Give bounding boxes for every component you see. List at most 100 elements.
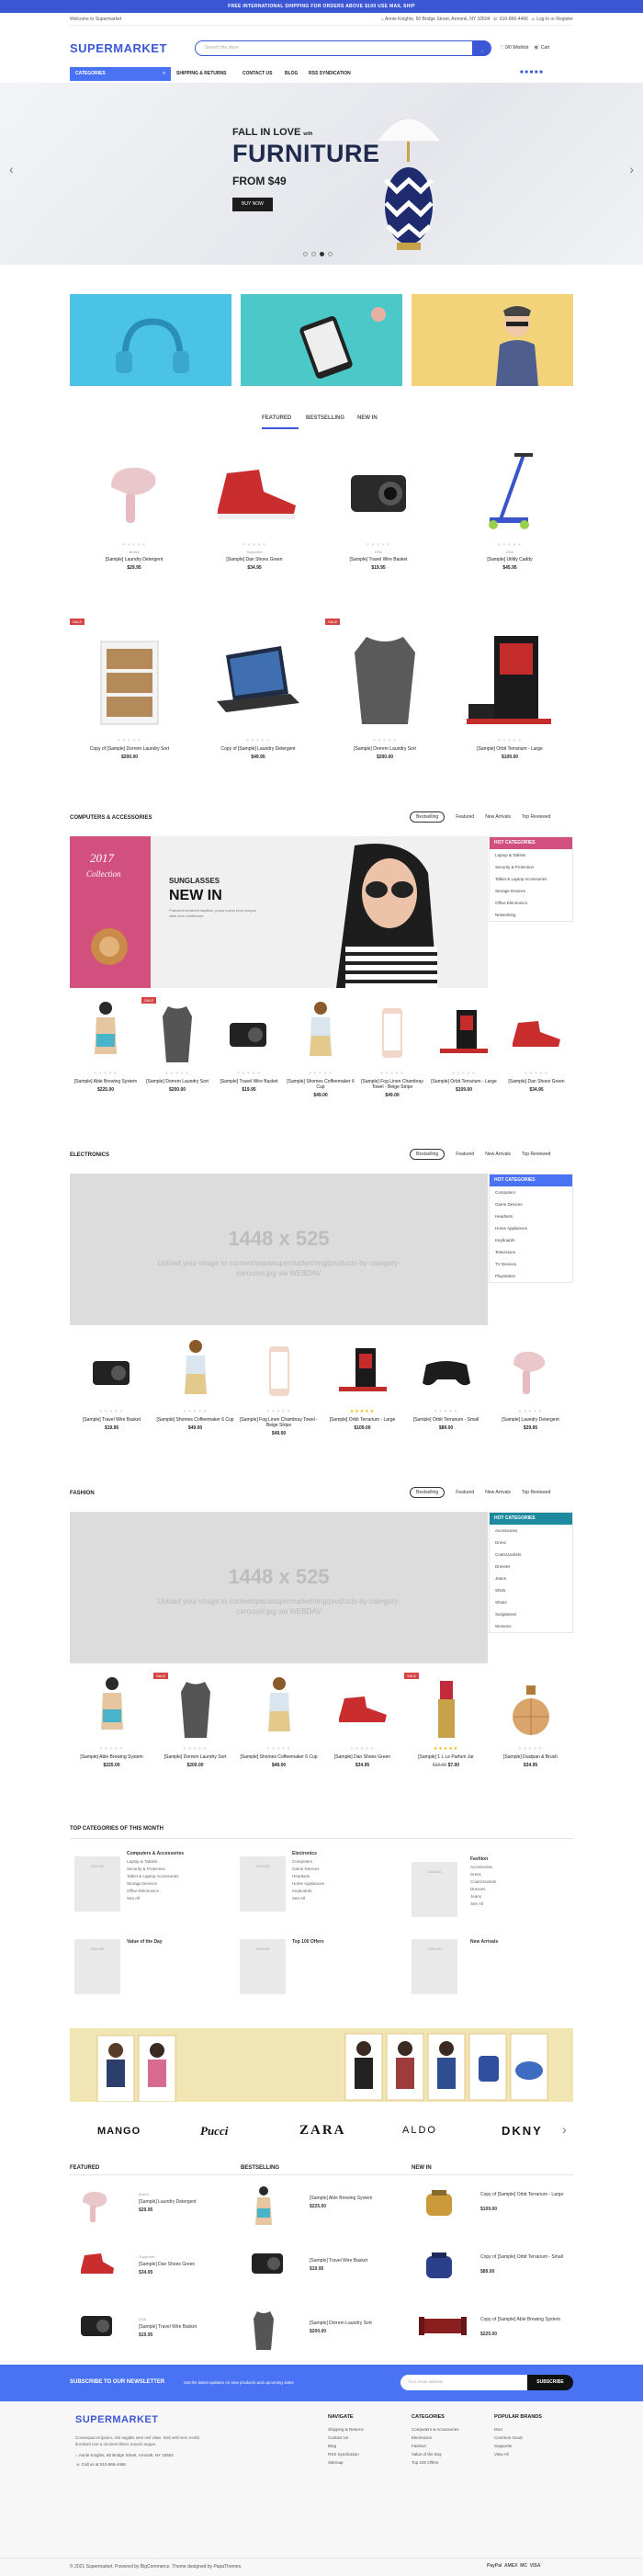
product-name[interactable]: [Sample] Travel Wire Basket [213, 1079, 285, 1084]
slider-dot-active[interactable] [320, 252, 324, 256]
product-name[interactable]: [Sample] Orbit Terrarium - Large [321, 1417, 404, 1423]
see-all-link[interactable]: See All [127, 1895, 184, 1902]
see-all-link[interactable]: See All [292, 1895, 324, 1902]
footer-link[interactable]: Top 100 Offers [412, 2458, 459, 2467]
footer-link[interactable]: Common Good [494, 2434, 542, 2442]
product-card[interactable]: ★★★★★ [Sample] Fog Linen Chambray Towel -… [237, 1335, 321, 1436]
product-card[interactable]: ★★★★★ DSA [Sample] Travel Wire Basket $1… [328, 441, 429, 571]
product-name[interactable]: [Sample] Laundry Detergent [139, 2199, 197, 2205]
product-name[interactable]: [Sample] Fog Linen Chambray Towel - Beig… [356, 1079, 428, 1090]
hot-category-link[interactable]: Dresses [490, 1560, 572, 1572]
product-name[interactable]: [Sample] Orbit Terrarium - Large [428, 1079, 500, 1084]
category-heading[interactable]: Fashion [470, 1856, 496, 1862]
footer-link[interactable]: Fashion [412, 2442, 459, 2450]
product-name[interactable]: [Sample] Dorrem Laundry Sort [153, 1754, 237, 1760]
product-name[interactable]: Copy of [Sample] Able Brewing System [480, 2317, 572, 2322]
product-card[interactable]: ★★★★★ DSA [Sample] Utility Caddy $45.95 [459, 441, 560, 571]
footer-link[interactable]: Computers & Accessories [412, 2425, 459, 2434]
search-button[interactable]: ⌕ [472, 40, 491, 56]
hot-category-link[interactable]: Computers [490, 1186, 572, 1198]
chevron-left-icon[interactable]: ‹ [9, 162, 14, 176]
tab-new-in[interactable]: NEW IN [357, 415, 378, 421]
product-card[interactable]: SALE ★★★★★ [Sample] 1 L Le Parfum Jar $10.0… [404, 1673, 488, 1768]
tab-bestselling[interactable]: Bestselling [410, 1149, 446, 1160]
category-link[interactable]: Accessories [470, 1864, 496, 1871]
product-card[interactable]: ★★★★★ [Sample] Travel Wire Basket $19.95 [213, 997, 285, 1093]
social-icons[interactable]: ■ ■ ■ ■ ■ [520, 70, 543, 75]
wishlist-link[interactable]: 0/0 Wishlist [505, 45, 529, 51]
category-link[interactable]: Laptop & Tablets [127, 1858, 184, 1866]
product-name[interactable]: [Sample] Shomes Coffeemaker 6 Cup [153, 1417, 237, 1423]
tab-featured[interactable]: Featured [456, 1152, 474, 1157]
tab-top-reviewed[interactable]: Top Reviewed [522, 1152, 550, 1157]
tab-new-arrivals[interactable]: New Arrivals [485, 1152, 511, 1157]
login-link[interactable]: Log In or Register [536, 17, 573, 22]
product-card[interactable]: ★★★★★ [Sample] Fog Linen Chambray Towel -… [356, 997, 428, 1098]
category-banner[interactable]: 2017 Collection SUNGLASSES NEW IN Praese… [70, 836, 488, 988]
category-link[interactable]: Dresses [470, 1886, 496, 1893]
tab-top-reviewed[interactable]: Top Reviewed [522, 1490, 550, 1495]
tab-top-reviewed[interactable]: Top Reviewed [522, 814, 550, 820]
product-name[interactable]: [Sample] Shomes Coffeemaker 6 Cup [237, 1754, 321, 1760]
chevron-right-icon[interactable]: › [562, 2122, 567, 2137]
category-link[interactable]: Headsets [292, 1873, 324, 1880]
newsletter-email-input[interactable]: Your email address [400, 2375, 529, 2390]
brand-logo[interactable]: ZARA [299, 2123, 346, 2139]
category-link[interactable]: Jeans [470, 1893, 496, 1901]
category-heading[interactable]: Value of the Day [127, 1939, 163, 1945]
tab-bestselling[interactable]: Bestselling [410, 811, 446, 823]
brand-logo[interactable]: Pucci [200, 2124, 228, 2139]
category-image-placeholder[interactable]: 1448 x 525 Upload your image to content/… [70, 1174, 488, 1325]
category-link[interactable]: Office Electronics [127, 1888, 184, 1895]
hot-category-link[interactable]: Coats/Jackets [490, 1549, 572, 1560]
tab-new-arrivals[interactable]: New Arrivals [485, 1490, 511, 1495]
hot-category-link[interactable]: Shoes [490, 1596, 572, 1608]
product-card[interactable]: SALE ★★★★★ [Sample] Dorrem Laundry Sort … [325, 618, 445, 760]
product-card[interactable]: ★★★★★ Supporter [Sample] Dan Shoes Green… [204, 441, 305, 571]
tab-bestselling[interactable]: BESTSELLING [306, 415, 344, 421]
product-name[interactable]: [Sample] Dan Shoes Green [139, 2262, 195, 2267]
hot-category-link[interactable]: Headsets [490, 1210, 572, 1222]
footer-logo[interactable]: SUPERMARKET [75, 2414, 158, 2425]
product-name[interactable]: [Sample] Able Brewing System [70, 1079, 141, 1084]
search-bar[interactable]: Search the store ⌕ [195, 40, 491, 56]
nav-contact[interactable]: CONTACT US [243, 71, 272, 76]
footer-link[interactable]: View All [494, 2450, 542, 2458]
product-card[interactable]: ★★★★★ [Sample] Shomes Coffeemaker 6 Cup $4… [285, 997, 356, 1098]
product-name[interactable]: [Sample] Able Brewing System [70, 1754, 153, 1760]
product-card[interactable]: SALE ★★★★★ [Sample] Dorrem Laundry Sort $20… [153, 1673, 237, 1768]
product-name[interactable]: [Sample] Able Brewing System [310, 2196, 372, 2201]
hot-category-link[interactable]: TV Devices [490, 1258, 572, 1270]
product-card[interactable]: ★★★★★ [Sample] Dan Shoes Green $34.95 [500, 997, 573, 1093]
hot-category-link[interactable]: Jeans [490, 1572, 572, 1584]
nav-shipping[interactable]: SHIPPING & RETURNS [176, 71, 226, 76]
subscribe-button[interactable]: SUBSCRIBE [527, 2375, 573, 2390]
product-name[interactable]: [Sample] Utility Caddy [459, 557, 560, 562]
brand-logo[interactable]: DKNY [502, 2124, 543, 2138]
product-name[interactable]: [Sample] Travel Wire Basket [328, 557, 429, 562]
category-heading[interactable]: Computers & Accessories [127, 1851, 184, 1856]
slider-dot[interactable] [311, 252, 316, 256]
tab-bestselling[interactable]: Bestselling [410, 1487, 446, 1498]
promo-banner-headphones[interactable] [70, 294, 231, 386]
product-name[interactable]: Copy of [Sample] Laundry Detergent [198, 746, 318, 752]
hot-category-link[interactable]: Dress [490, 1537, 572, 1549]
product-card[interactable]: ★★★★★ Copy of [Sample] Laundry Detergent… [198, 618, 318, 760]
slider-dots[interactable] [303, 252, 340, 259]
footer-link[interactable]: Supporter [494, 2442, 542, 2450]
promo-banner-phone[interactable] [241, 294, 402, 386]
product-card[interactable]: ★★★★★ [Sample] Orbit Terrarium - Large $10… [321, 1335, 404, 1431]
product-card[interactable]: ★★★★★ [Sample] Able Brewing System $225.00 [70, 1673, 153, 1768]
cart-link[interactable]: Cart [541, 45, 549, 51]
product-name[interactable]: Copy of [Sample] Dorrem Laundry Sort [70, 746, 189, 752]
product-name[interactable]: [Sample] Dan Shoes Green [321, 1754, 404, 1760]
hot-category-link[interactable]: Tablet & Laptop Accessories [490, 873, 572, 885]
category-link[interactable]: Keyboards [292, 1888, 324, 1895]
tab-featured[interactable]: FEATURED [262, 415, 291, 421]
hero-buy-button[interactable]: BUY NOW [232, 198, 273, 211]
product-card[interactable]: ★★★★★ [Sample] Orbit Terrarium - Large $10… [428, 997, 500, 1093]
chevron-right-icon[interactable]: › [629, 162, 634, 176]
hot-category-link[interactable]: Storage Devices [490, 885, 572, 897]
hot-category-link[interactable]: Laptop & Tablets [490, 849, 572, 861]
category-link[interactable]: Security & Protection [127, 1866, 184, 1873]
